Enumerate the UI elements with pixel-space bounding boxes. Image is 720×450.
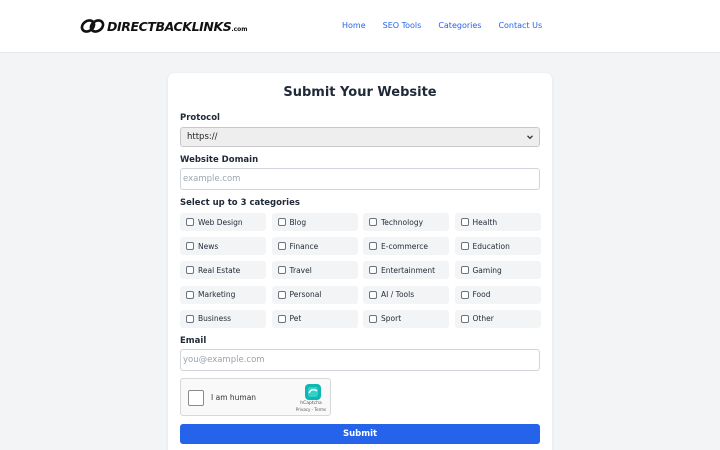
- captcha-widget: I am human hCaptcha Privacy - Terms: [180, 378, 331, 416]
- category-checkbox[interactable]: [460, 266, 469, 275]
- category-checkbox[interactable]: [277, 218, 286, 226]
- captcha-label: I am human: [211, 393, 257, 402]
- category-checkbox[interactable]: [460, 290, 469, 299]
- category-option[interactable]: Real Estate: [180, 261, 266, 280]
- chain-link-icon: [80, 19, 105, 33]
- nav-seo-tools-link[interactable]: SEO Tools: [383, 21, 422, 30]
- protocol-select[interactable]: https://: [180, 127, 540, 147]
- category-option[interactable]: AI / Tools: [363, 285, 449, 304]
- email-label: Email: [180, 336, 207, 346]
- category-label: Marketing: [198, 290, 236, 300]
- category-option[interactable]: Web Design: [180, 213, 266, 231]
- category-label: Other: [472, 314, 494, 324]
- submit-button[interactable]: Submit: [180, 424, 540, 444]
- category-checkbox[interactable]: [186, 290, 194, 299]
- logo-suffix: .com: [231, 26, 248, 33]
- category-option[interactable]: Education: [454, 237, 541, 256]
- category-label: Real Estate: [198, 265, 241, 275]
- captcha-checkbox[interactable]: [188, 390, 204, 406]
- category-label: News: [198, 241, 219, 251]
- category-checkbox[interactable]: [369, 242, 377, 251]
- category-label: Personal: [289, 290, 322, 300]
- captcha-terms-link[interactable]: Privacy - Terms: [291, 407, 331, 412]
- category-checkbox[interactable]: [460, 314, 469, 323]
- domain-label: Website Domain: [180, 155, 259, 165]
- protocol-select-value: https://: [187, 132, 218, 142]
- category-label: Finance: [289, 241, 319, 251]
- category-option[interactable]: Food: [454, 285, 541, 304]
- category-checkbox[interactable]: [186, 314, 194, 323]
- category-checkbox[interactable]: [460, 242, 469, 251]
- category-option[interactable]: News: [180, 237, 266, 256]
- site-header: DIRECTBACKLINKS .com Home SEO Tools Cate…: [0, 0, 720, 53]
- nav-home-link[interactable]: Home: [342, 21, 366, 30]
- category-checkbox[interactable]: [369, 218, 377, 226]
- category-checkbox[interactable]: [277, 290, 286, 299]
- category-checkbox[interactable]: [369, 290, 377, 299]
- category-option[interactable]: Entertainment: [363, 261, 449, 280]
- category-option[interactable]: Pet: [271, 309, 358, 328]
- category-label: Health: [472, 217, 498, 227]
- chevron-down-icon: [527, 135, 533, 140]
- category-option[interactable]: Finance: [271, 237, 358, 256]
- category-label: AI / Tools: [381, 290, 415, 300]
- category-label: Travel: [289, 265, 312, 275]
- submit-form-card: Submit Your Website Protocol https:// We…: [168, 73, 552, 450]
- category-checkbox[interactable]: [277, 266, 286, 275]
- category-checkbox[interactable]: [369, 314, 377, 323]
- category-checkbox[interactable]: [369, 266, 377, 275]
- category-option[interactable]: Business: [180, 309, 266, 328]
- form-title: Submit Your Website: [283, 85, 437, 100]
- logo-text: DIRECTBACKLINKS: [107, 18, 232, 34]
- category-option[interactable]: Gaming: [454, 261, 541, 280]
- categories-label: Select up to 3 categories: [180, 198, 300, 208]
- category-option[interactable]: Personal: [271, 285, 358, 304]
- category-label: Sport: [381, 314, 402, 324]
- category-checkbox[interactable]: [277, 242, 286, 251]
- domain-input[interactable]: example.com: [180, 168, 540, 190]
- category-label: Web Design: [198, 217, 243, 227]
- category-label: Gaming: [472, 265, 502, 275]
- email-placeholder: you@example.com: [183, 355, 265, 365]
- email-input[interactable]: you@example.com: [180, 349, 540, 371]
- category-option[interactable]: Blog: [271, 213, 358, 231]
- site-logo[interactable]: DIRECTBACKLINKS .com: [80, 15, 248, 37]
- category-option[interactable]: Marketing: [180, 285, 266, 304]
- category-label: Technology: [381, 217, 424, 227]
- main-nav: Home SEO Tools Categories Contact Us: [342, 21, 559, 30]
- category-option[interactable]: Health: [454, 213, 541, 231]
- category-option[interactable]: Technology: [363, 213, 449, 231]
- category-checkbox[interactable]: [186, 242, 194, 251]
- nav-contact-us-link[interactable]: Contact Us: [498, 21, 542, 30]
- category-label: Education: [472, 241, 510, 251]
- category-option[interactable]: Travel: [271, 261, 358, 280]
- category-checkbox[interactable]: [277, 314, 286, 323]
- category-label: E-commerce: [381, 241, 429, 251]
- category-label: Business: [198, 314, 232, 324]
- category-label: Entertainment: [381, 265, 436, 275]
- category-option[interactable]: Sport: [363, 309, 449, 328]
- category-checkbox[interactable]: [186, 266, 194, 275]
- category-option[interactable]: Other: [454, 309, 541, 328]
- category-option[interactable]: E-commerce: [363, 237, 449, 256]
- hcaptcha-logo-icon: [305, 384, 321, 400]
- captcha-brand: hCaptcha: [300, 401, 322, 406]
- category-label: Food: [472, 290, 491, 300]
- category-label: Blog: [289, 217, 307, 227]
- category-checkbox[interactable]: [186, 218, 194, 226]
- domain-placeholder: example.com: [183, 174, 241, 184]
- nav-categories-link[interactable]: Categories: [438, 21, 481, 30]
- category-checkbox[interactable]: [460, 218, 469, 226]
- category-label: Pet: [289, 314, 302, 324]
- protocol-label: Protocol: [180, 113, 220, 123]
